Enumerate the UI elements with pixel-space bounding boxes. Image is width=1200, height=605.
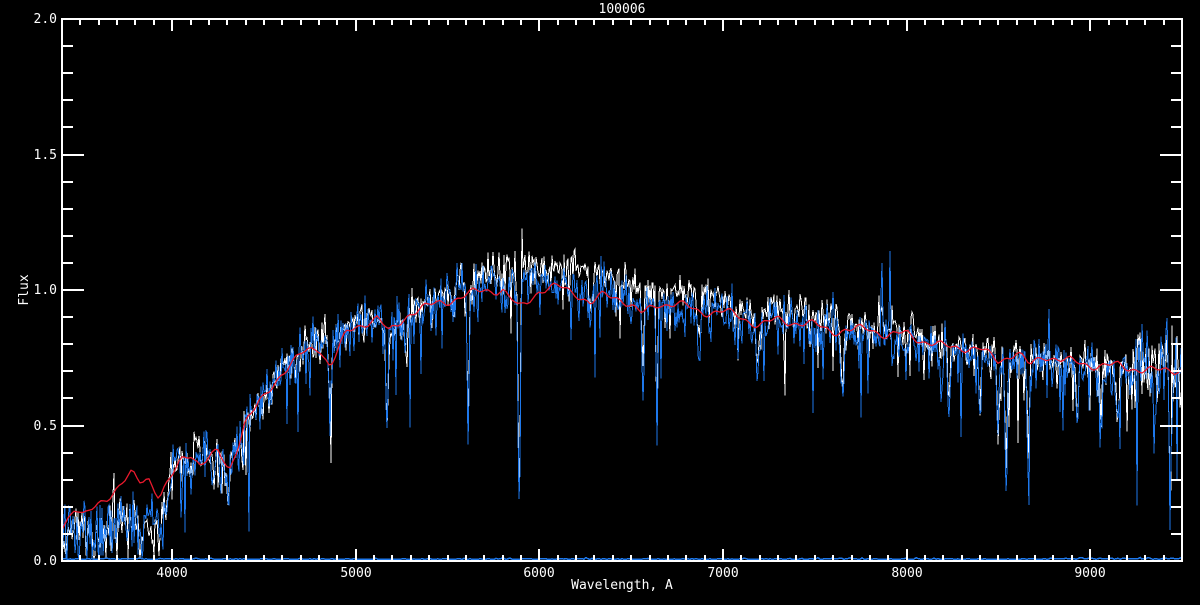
x-tick-label: 8000 — [891, 566, 922, 581]
x-axis-label: Wavelength, A — [571, 578, 673, 593]
x-tick-label: 5000 — [340, 566, 371, 581]
y-tick-label: 0.5 — [34, 419, 57, 434]
y-tick-label: 0.0 — [34, 554, 57, 569]
x-tick-label: 4000 — [156, 566, 187, 581]
y-axis-label: Flux — [17, 274, 32, 305]
spectrum-chart: 4000500060007000800090000.00.51.01.52.0 … — [0, 0, 1200, 600]
x-tick-label: 9000 — [1074, 566, 1105, 581]
y-tick-label: 1.5 — [34, 148, 57, 163]
y-tick-label: 1.0 — [34, 283, 57, 298]
x-tick-label: 7000 — [707, 566, 738, 581]
chart-title: 100006 — [599, 2, 646, 17]
spectrum-plot-window: 4000500060007000800090000.00.51.01.52.0 … — [0, 0, 1200, 600]
x-tick-label: 6000 — [523, 566, 554, 581]
y-tick-label: 2.0 — [34, 12, 57, 27]
